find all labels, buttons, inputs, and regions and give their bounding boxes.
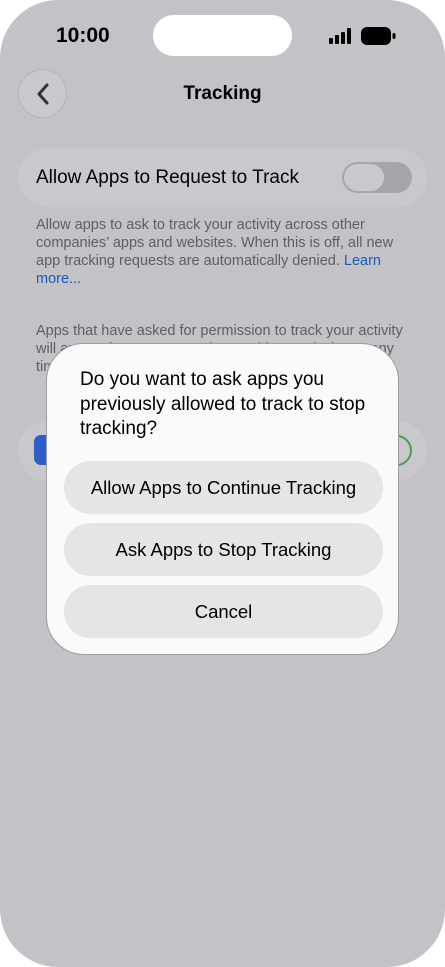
allow-request-row: Allow Apps to Request to Track — [18, 148, 427, 207]
toggle-knob — [344, 164, 384, 191]
continue-tracking-button[interactable]: Allow Apps to Continue Tracking — [64, 461, 383, 514]
dynamic-island — [153, 15, 292, 56]
dialog-message: Do you want to ask apps you previously a… — [80, 369, 366, 439]
stop-tracking-dialog: Do you want to ask apps you previously a… — [46, 343, 399, 655]
description-text: Allow apps to ask to track your activity… — [36, 217, 394, 269]
allow-request-description: Allow apps to ask to track your activity… — [36, 216, 406, 288]
allow-request-label: Allow Apps to Request to Track — [36, 167, 299, 188]
battery-full-icon — [361, 27, 396, 45]
status-time: 10:00 — [56, 24, 110, 47]
cancel-button[interactable]: Cancel — [64, 585, 383, 638]
phone-screen: 10:00 Tracking Allow Apps to Request to … — [0, 0, 445, 967]
cellular-signal-icon — [329, 28, 351, 44]
stop-tracking-button[interactable]: Ask Apps to Stop Tracking — [64, 523, 383, 576]
page-title: Tracking — [183, 83, 262, 104]
allow-request-toggle[interactable] — [342, 162, 412, 193]
